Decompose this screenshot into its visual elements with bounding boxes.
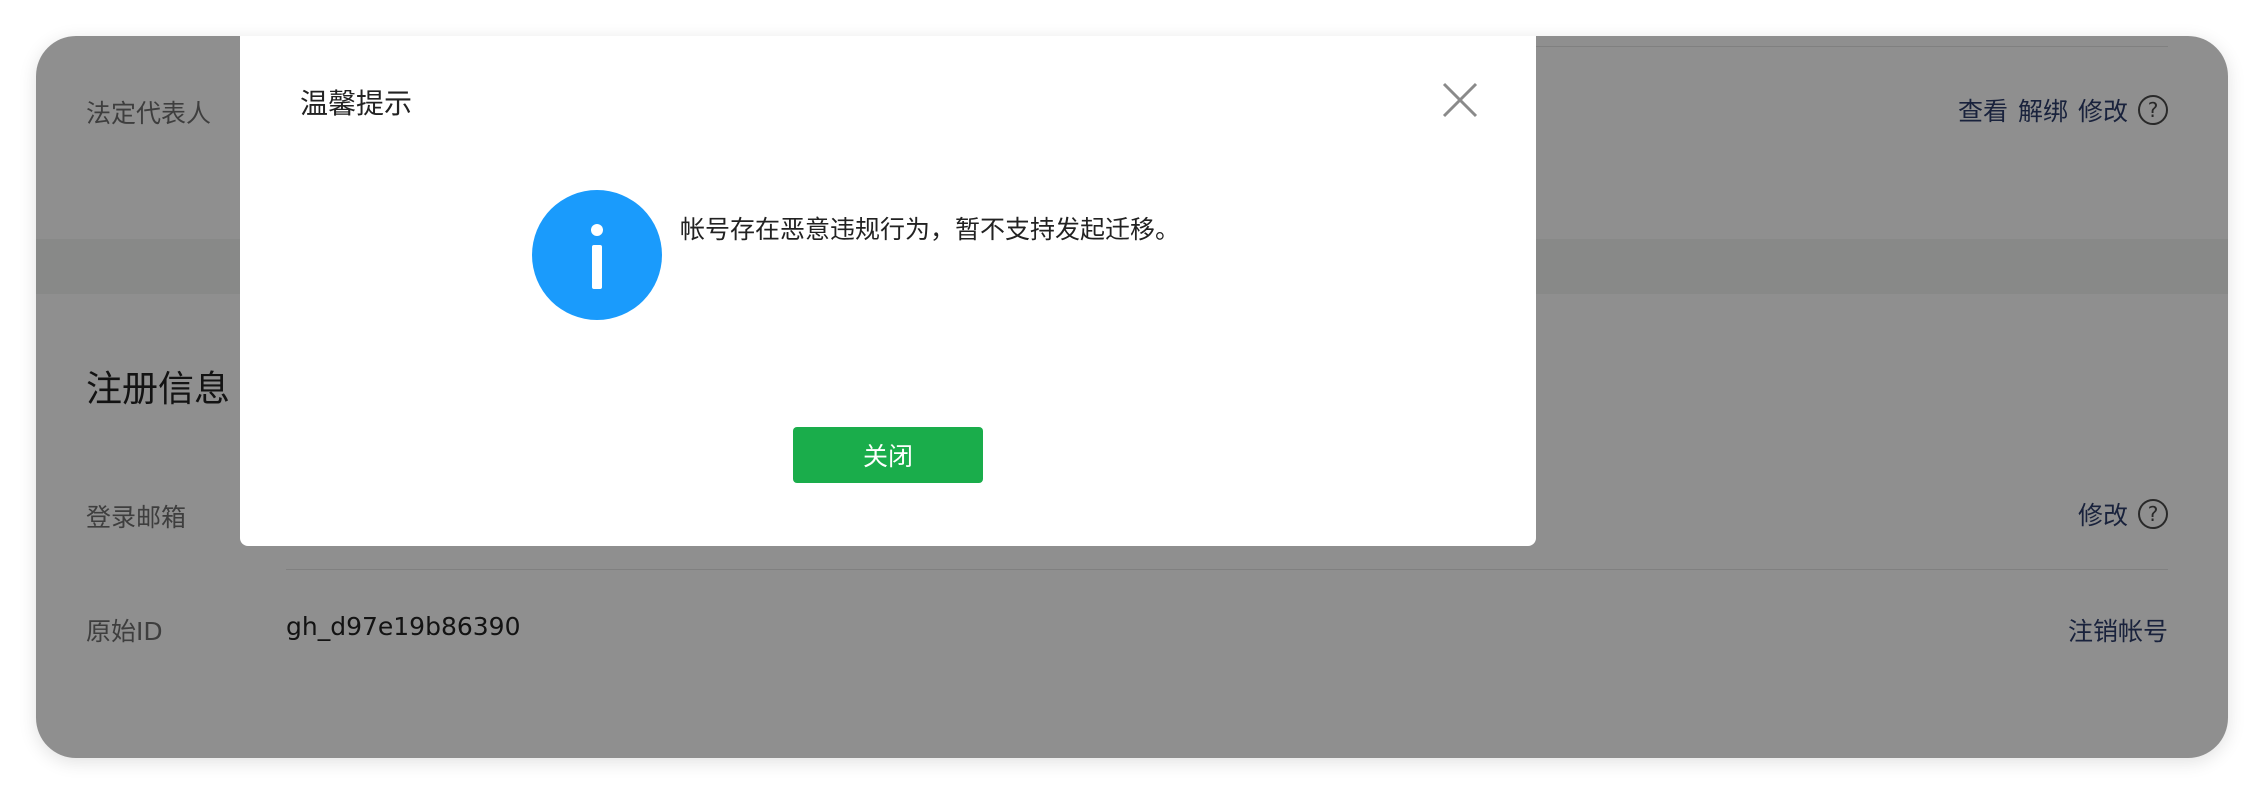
notice-dialog: 温馨提示 帐号存在恶意违规行为，暂不支持发起迁移。 关闭 [240,36,1536,546]
app-window: 法定代表人 查看 解绑 修改 ? 注册信息 登录邮箱 修改 ? 原始ID gh_… [36,36,2228,758]
close-icon[interactable] [1440,80,1480,120]
close-button[interactable]: 关闭 [793,427,983,483]
info-icon [532,190,662,320]
dialog-title: 温馨提示 [300,87,413,120]
dialog-message: 帐号存在恶意违规行为，暂不支持发起迁移。 [680,215,1181,244]
